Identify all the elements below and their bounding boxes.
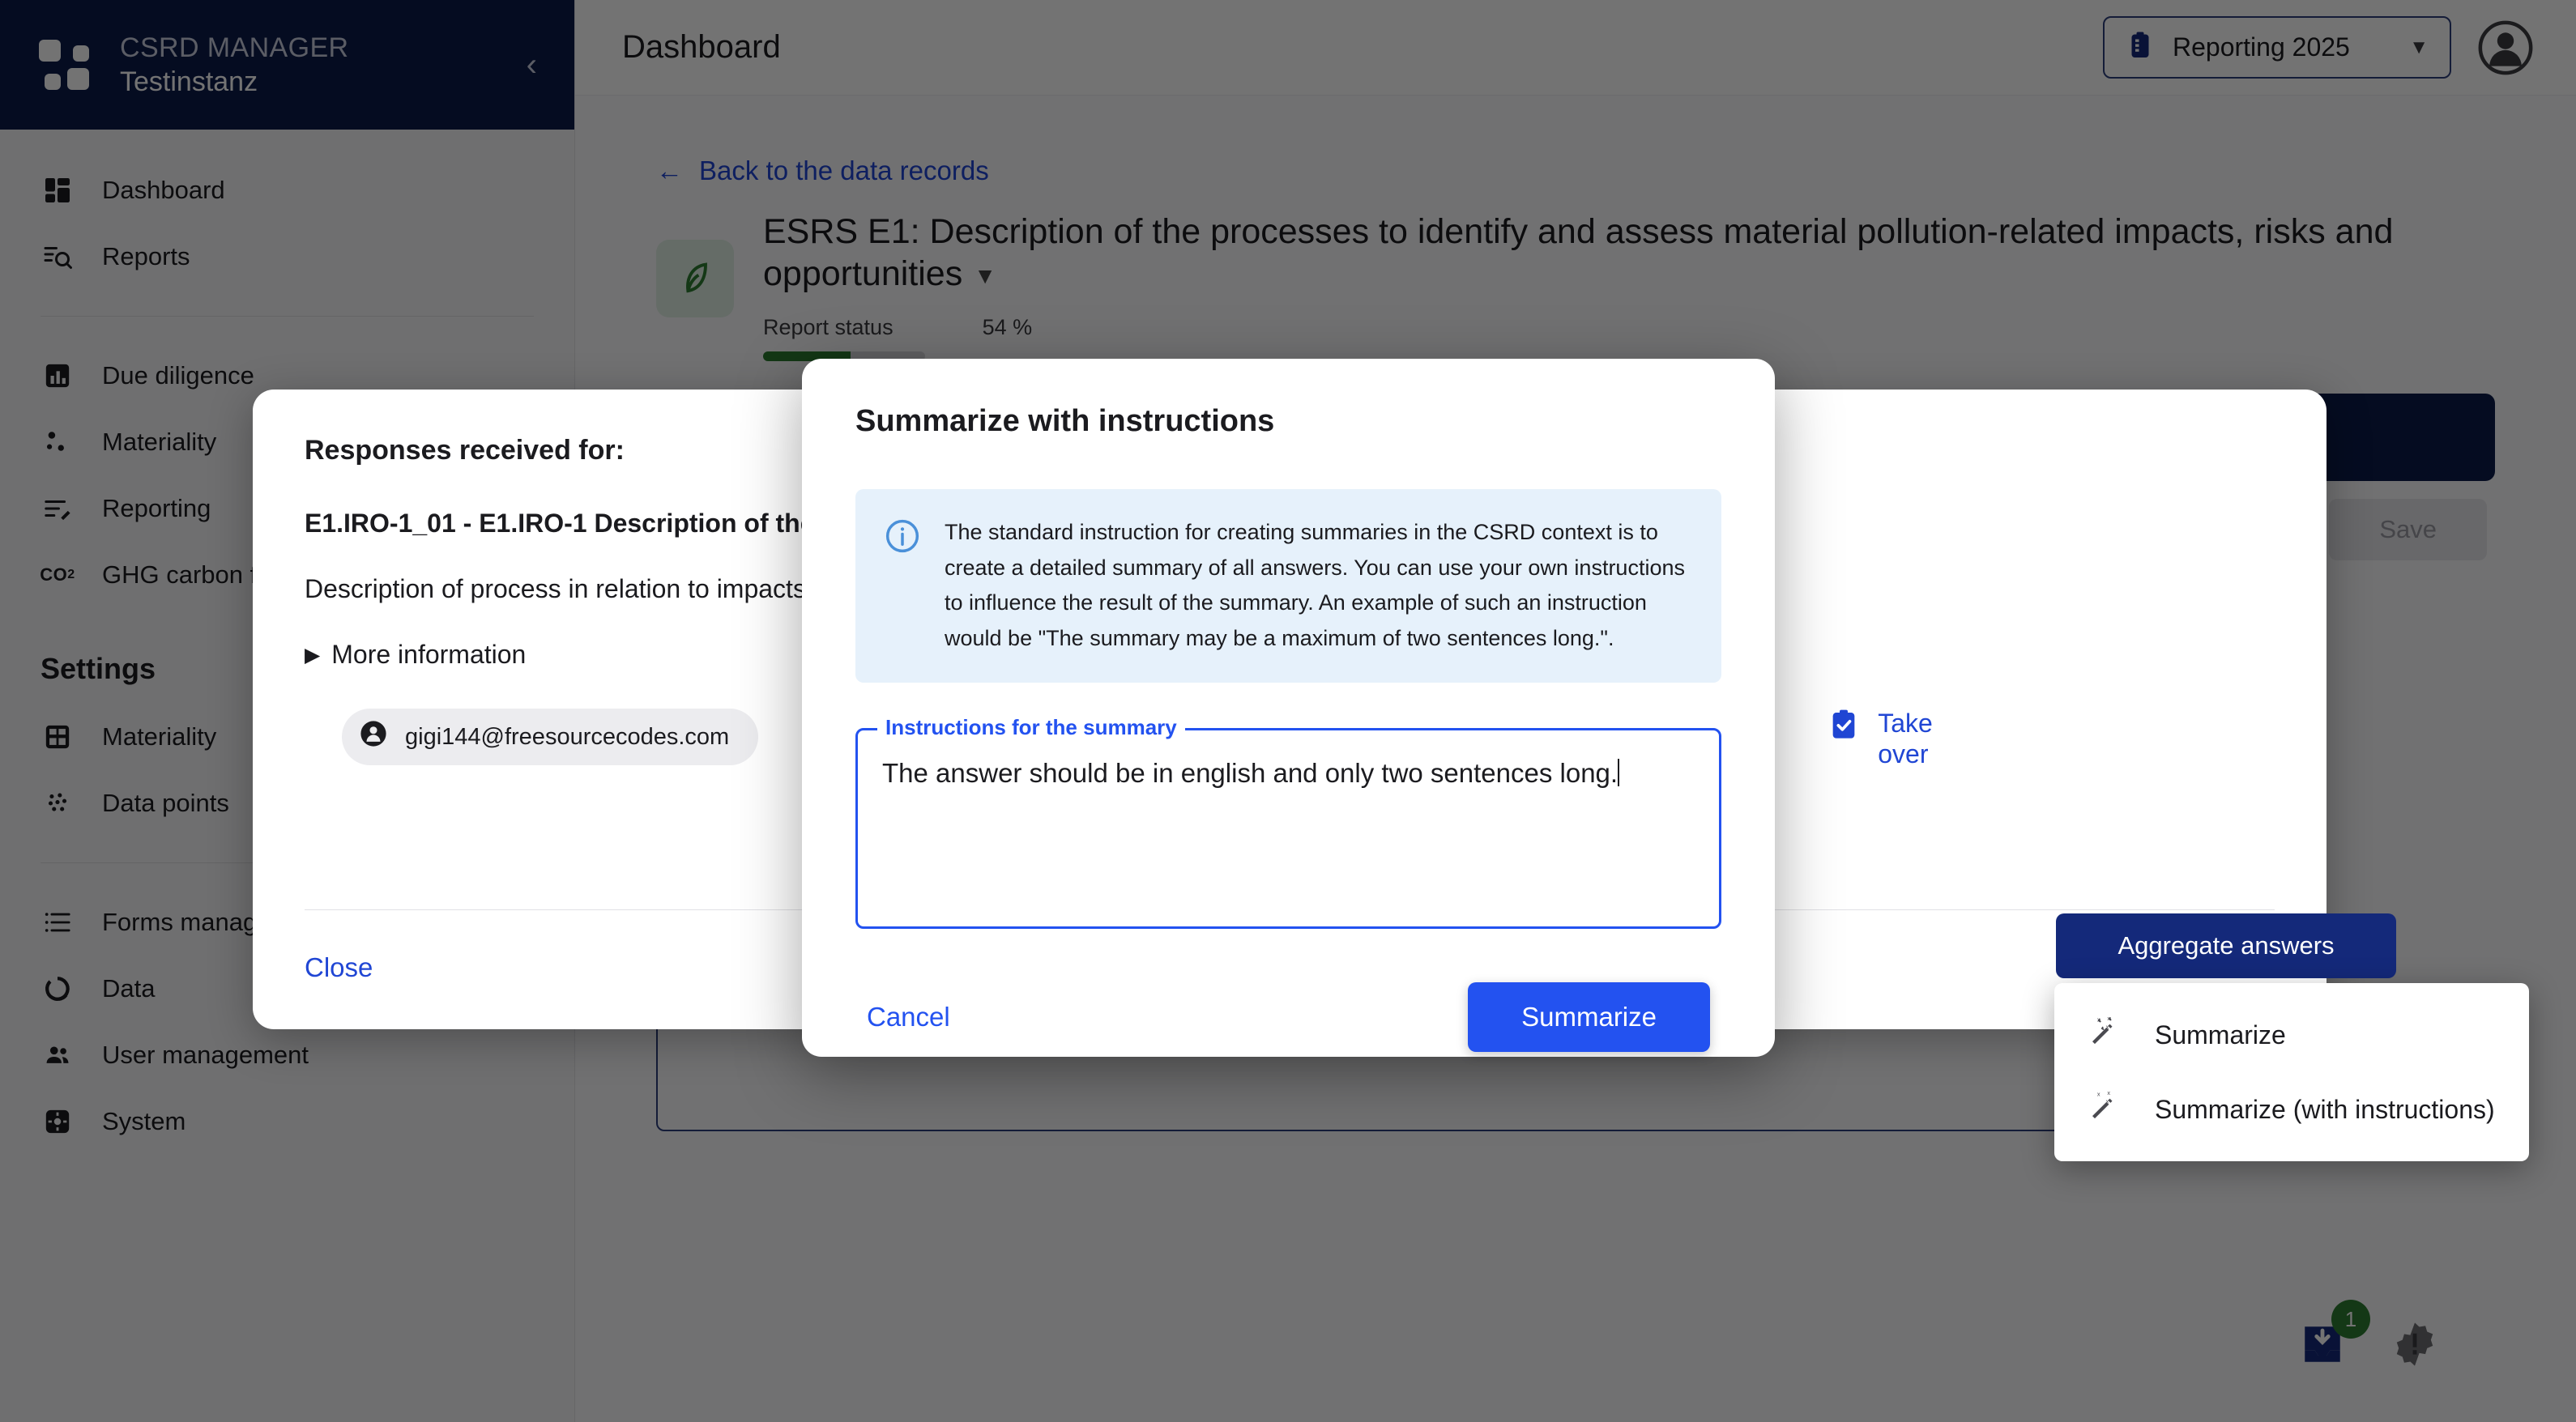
magic-wand-icon: xxx — [2088, 1015, 2121, 1054]
dialog-title: Summarize with instructions — [855, 404, 1275, 438]
magic-wand-icon: xxx — [2088, 1089, 2121, 1129]
dialog-actions: Cancel Summarize — [855, 981, 1721, 1052]
app-root: CSRD MANAGER Testinstanz ‹ Dashboard Rep… — [0, 0, 2576, 1422]
dialog-info-box: The standard instruction for creating su… — [855, 489, 1721, 683]
menu-item-summarize-with-instructions[interactable]: xxx Summarize (with instructions) — [2054, 1072, 2529, 1147]
aggregate-answers-wrapper: Aggregate answers xxx Summarize xxx Summ… — [2054, 913, 2529, 1161]
menu-item-label: Summarize — [2155, 1020, 2286, 1049]
summarize-button[interactable]: Summarize — [1468, 981, 1710, 1052]
summarize-with-instructions-dialog: Summarize with instructions The standard… — [802, 359, 1775, 1057]
instructions-field-label: Instructions for the summary — [877, 714, 1185, 740]
cancel-button[interactable]: Cancel — [867, 1002, 1468, 1032]
svg-text:x: x — [2097, 1015, 2100, 1023]
instructions-textarea-wrapper[interactable]: Instructions for the summary The answer … — [855, 714, 1721, 929]
response-user-email: gigi144@freesourcecodes.com — [405, 723, 730, 750]
person-icon — [360, 720, 387, 754]
more-information-label: More information — [331, 640, 527, 669]
triangle-right-icon: ▶ — [305, 643, 321, 666]
response-user-chip[interactable]: gigi144@freesourcecodes.com — [342, 709, 759, 765]
instructions-textarea-value: The answer should be in english and only… — [882, 757, 1619, 788]
svg-text:x: x — [2106, 1097, 2109, 1105]
clipboard-check-icon — [1828, 709, 1860, 748]
text-cursor — [1618, 758, 1620, 786]
svg-text:x: x — [2106, 1023, 2109, 1030]
take-over-label: Take over — [1878, 709, 1933, 768]
take-over-action[interactable]: Take over — [1828, 709, 1981, 770]
aggregate-answers-button[interactable]: Aggregate answers — [2056, 913, 2396, 978]
aggregate-answers-menu: xxx Summarize xxx Summarize (with instru… — [2054, 983, 2529, 1161]
menu-item-label: Summarize (with instructions) — [2155, 1094, 2495, 1124]
info-circle-icon — [885, 518, 920, 657]
menu-item-summarize[interactable]: xxx Summarize — [2054, 998, 2529, 1072]
svg-text:x: x — [2107, 1015, 2110, 1022]
svg-text:x: x — [2097, 1090, 2100, 1097]
svg-text:x: x — [2107, 1090, 2110, 1096]
instructions-textarea[interactable]: The answer should be in english and only… — [882, 758, 1695, 789]
dialog-info-text: The standard instruction for creating su… — [945, 520, 1685, 651]
